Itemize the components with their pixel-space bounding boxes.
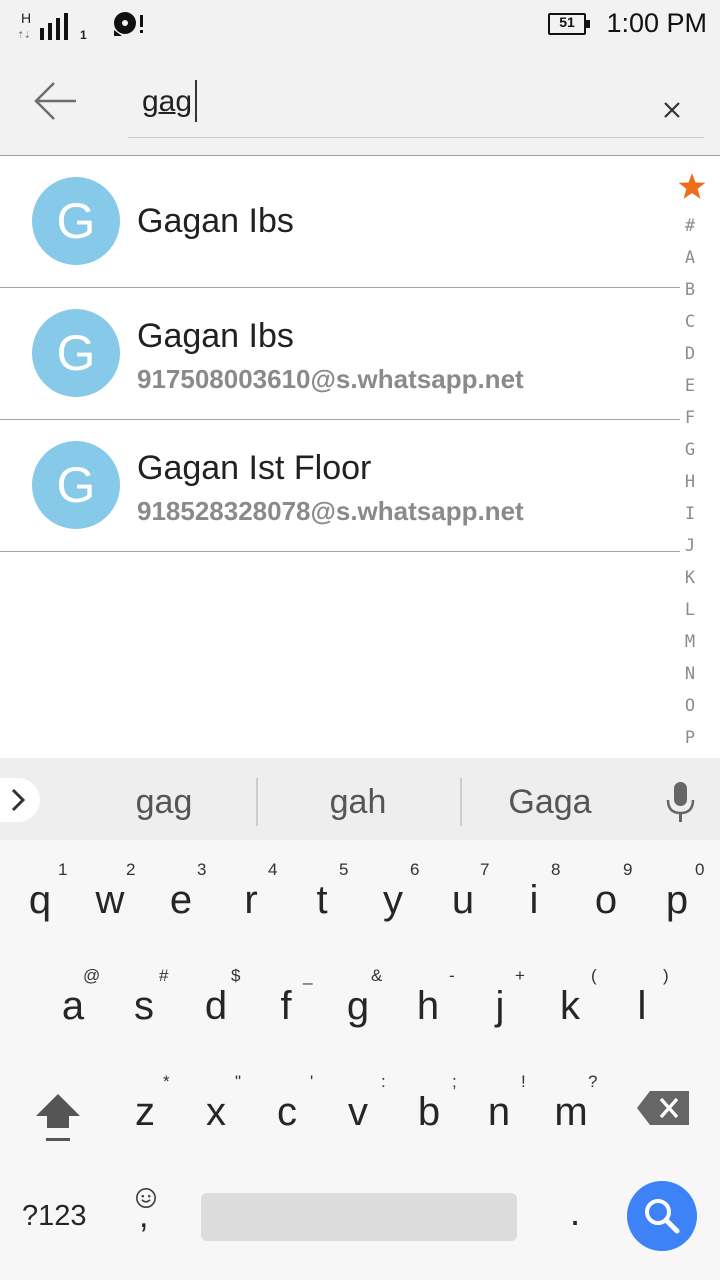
index-letter[interactable]: G	[672, 440, 708, 460]
contact-address: 917508003610@s.whatsapp.net	[137, 364, 524, 394]
key-l[interactable]: l )	[607, 966, 677, 1066]
key-q[interactable]: q 1	[5, 860, 75, 960]
key-v[interactable]: v :	[323, 1072, 393, 1172]
key-k[interactable]: k (	[535, 966, 605, 1066]
key-f[interactable]: f _	[251, 966, 321, 1066]
search-action-button[interactable]	[627, 1181, 697, 1251]
index-letter[interactable]: D	[672, 344, 708, 364]
index-letter[interactable]: I	[672, 504, 708, 524]
index-letter[interactable]: J	[672, 536, 708, 556]
star-icon[interactable]	[678, 172, 706, 200]
avatar: G	[32, 309, 120, 397]
index-letter[interactable]: M	[672, 632, 708, 652]
key-h[interactable]: h -	[393, 966, 463, 1066]
sim-slot: 1	[80, 28, 87, 42]
key-c[interactable]: c '	[252, 1072, 322, 1172]
spacebar[interactable]	[201, 1193, 517, 1241]
data-arrows-icon: ⇡⇣	[17, 30, 31, 40]
key-b[interactable]: b ;	[394, 1072, 464, 1172]
index-letter[interactable]: O	[672, 696, 708, 716]
close-icon[interactable]	[652, 90, 692, 130]
keyboard: q 1 w 2 e 3 r 4 t 5 y 6 u 7 i 8 o 9 p 0 …	[0, 840, 720, 1280]
key-r[interactable]: r 4	[216, 860, 286, 960]
contact-name: Gagan Ibs	[137, 202, 294, 240]
key-t[interactable]: t 5	[287, 860, 357, 960]
key-m[interactable]: m ?	[536, 1072, 606, 1172]
key-s[interactable]: s #	[109, 966, 179, 1066]
key-y[interactable]: y 6	[358, 860, 428, 960]
period-key[interactable]: .	[560, 1192, 590, 1235]
search-header	[0, 50, 720, 156]
key-z[interactable]: z *	[110, 1072, 180, 1172]
suggestion-strip: gag gah Gaga	[0, 758, 720, 840]
key-e[interactable]: e 3	[146, 860, 216, 960]
backspace-icon[interactable]	[636, 1090, 690, 1126]
index-letter[interactable]: N	[672, 664, 708, 684]
index-letter[interactable]: L	[672, 600, 708, 620]
shift-key-icon[interactable]	[30, 1088, 86, 1146]
key-x[interactable]: x "	[181, 1072, 251, 1172]
index-letter[interactable]: E	[672, 376, 708, 396]
key-a[interactable]: a @	[38, 966, 108, 1066]
clock: 1:00 PM	[606, 8, 707, 38]
contact-item[interactable]: G Gagan Ibs	[0, 156, 680, 288]
avatar: G	[32, 177, 120, 265]
key-u[interactable]: u 7	[428, 860, 498, 960]
key-i[interactable]: i 8	[499, 860, 569, 960]
search-input[interactable]	[142, 80, 622, 124]
contact-address: 918528328078@s.whatsapp.net	[137, 496, 524, 526]
index-letter[interactable]: F	[672, 408, 708, 428]
suggestion[interactable]: gah	[262, 758, 454, 840]
contact-item[interactable]: G Gagan Ibs 917508003610@s.whatsapp.net	[0, 288, 680, 420]
key-g[interactable]: g &	[323, 966, 393, 1066]
avatar: G	[32, 441, 120, 529]
battery-icon: 51	[548, 13, 590, 35]
index-letter[interactable]: C	[672, 312, 708, 332]
key-p[interactable]: p 0	[642, 860, 712, 960]
index-letter[interactable]: P	[672, 728, 708, 748]
text-cursor	[195, 80, 197, 122]
status-bar: H ⇡⇣ 1 51 1:00 PM	[0, 0, 720, 50]
index-letter[interactable]: B	[672, 280, 708, 300]
key-o[interactable]: o 9	[571, 860, 641, 960]
signal-indicator: H ⇡⇣ 1	[17, 10, 87, 42]
index-letter[interactable]: A	[672, 248, 708, 268]
suggestion[interactable]: Gaga	[462, 758, 638, 840]
battery-level: 51	[559, 14, 575, 30]
key-d[interactable]: d $	[181, 966, 251, 1066]
key-j[interactable]: j +	[465, 966, 535, 1066]
contact-item[interactable]: G Gagan Ist Floor 918528328078@s.whatsap…	[0, 420, 680, 552]
key-w[interactable]: w 2	[75, 860, 145, 960]
network-type: H	[21, 10, 32, 26]
comma-label: ,	[139, 1197, 149, 1235]
key-n[interactable]: n !	[464, 1072, 534, 1172]
symbols-key[interactable]: ?123	[22, 1200, 87, 1233]
search-field[interactable]	[128, 72, 704, 138]
chevron-right-icon[interactable]	[0, 778, 40, 822]
index-letter[interactable]: #	[672, 216, 708, 236]
search-icon	[645, 1199, 680, 1234]
suggestion[interactable]: gag	[70, 758, 258, 840]
arrow-left-icon[interactable]	[24, 74, 84, 128]
index-letter[interactable]: H	[672, 472, 708, 492]
contact-name: Gagan Ist Floor	[137, 449, 372, 487]
index-letter[interactable]: K	[672, 568, 708, 588]
microphone-icon[interactable]	[660, 778, 700, 826]
contact-name: Gagan Ibs	[137, 317, 294, 355]
disc-alert-icon	[114, 12, 143, 36]
emoji-comma-key[interactable]: ,	[130, 1185, 164, 1237]
